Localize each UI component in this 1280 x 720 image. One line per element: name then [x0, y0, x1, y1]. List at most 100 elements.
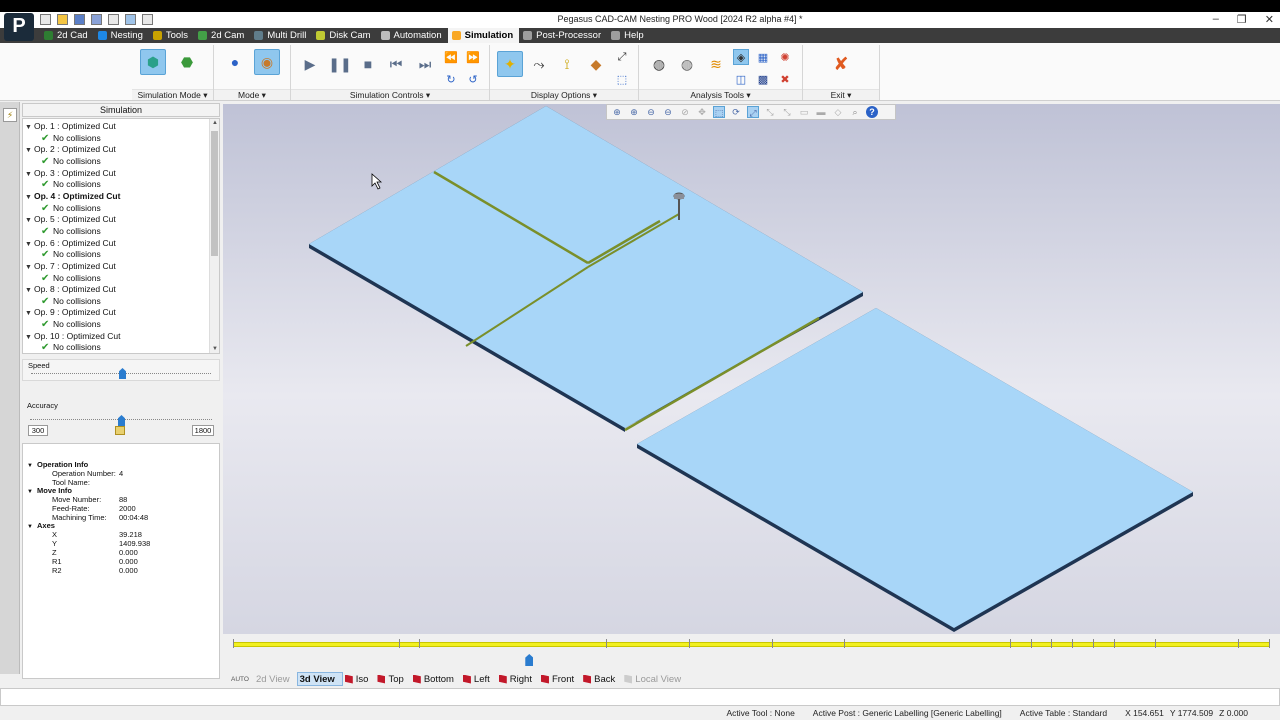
- operation-item[interactable]: ▼ Op. 5 : Optimized Cut: [25, 214, 116, 225]
- checker-a-button[interactable]: ◍: [646, 51, 672, 77]
- expand-icon[interactable]: ▼: [25, 308, 34, 319]
- view-tab-auto[interactable]: AUTO: [229, 672, 254, 686]
- help-icon[interactable]: ?: [866, 106, 878, 118]
- timeline-slider[interactable]: [525, 654, 534, 666]
- app-logo[interactable]: P: [4, 13, 34, 41]
- menu-automation[interactable]: Automation: [377, 28, 448, 43]
- command-line[interactable]: [0, 688, 1280, 706]
- mode-b-button[interactable]: ◉: [254, 49, 280, 75]
- mode-a-button[interactable]: ●: [222, 49, 248, 75]
- expand-icon[interactable]: ▼: [25, 145, 34, 156]
- stop-button[interactable]: ■: [355, 51, 381, 77]
- show-tool-button[interactable]: ✦: [497, 51, 523, 77]
- operation-item[interactable]: ▼ Op. 10 : Optimized Cut: [25, 331, 120, 342]
- show-box-button[interactable]: ⬚: [614, 71, 630, 87]
- menu-disk-cam[interactable]: Disk Cam: [312, 28, 376, 43]
- operation-item[interactable]: ▼ Op. 9 : Optimized Cut: [25, 307, 116, 318]
- expand-icon[interactable]: ▼: [25, 262, 34, 273]
- operation-item[interactable]: ▼ Op. 3 : Optimized Cut: [25, 168, 116, 179]
- expand-icon[interactable]: ▼: [25, 192, 34, 203]
- view-tab-left[interactable]: Left: [461, 672, 497, 686]
- magnifier-icon[interactable]: ⌕: [849, 106, 861, 118]
- view-tab-right[interactable]: Right: [497, 672, 539, 686]
- scroll-down-icon[interactable]: ▼: [211, 346, 219, 353]
- play-button[interactable]: ▶: [297, 51, 323, 77]
- collapse-icon[interactable]: ▼: [27, 523, 37, 532]
- go-end-button[interactable]: ⏭: [412, 51, 438, 77]
- zoom-previous-icon[interactable]: ⊘: [679, 106, 691, 118]
- menu-post-processor[interactable]: Post-Processor: [519, 28, 607, 43]
- analysis-d-button[interactable]: ◫: [733, 71, 749, 87]
- loop-button[interactable]: ↺: [465, 71, 481, 87]
- step-forward-button[interactable]: ⏩: [465, 49, 481, 65]
- simulation-tab-icon[interactable]: ⚡: [3, 108, 17, 122]
- zoom-in-icon[interactable]: ⊕: [628, 106, 640, 118]
- clip-icon[interactable]: ⤡: [781, 106, 793, 118]
- view-tab-iso[interactable]: Iso: [343, 672, 376, 686]
- section-icon[interactable]: ⤡: [764, 106, 776, 118]
- analysis-c-button[interactable]: ✺: [777, 49, 793, 65]
- accuracy-slider[interactable]: [118, 415, 125, 426]
- fit-icon[interactable]: ▭: [798, 106, 810, 118]
- checker-b-button[interactable]: ◍: [674, 51, 700, 77]
- zoom-out-icon[interactable]: ⊖: [645, 106, 657, 118]
- zoom-window-icon[interactable]: ⊖: [662, 106, 674, 118]
- pause-button[interactable]: ❚❚: [327, 51, 353, 77]
- exit-simulation-button[interactable]: ✘: [828, 51, 854, 77]
- operation-item[interactable]: ▼ Op. 8 : Optimized Cut: [25, 284, 116, 295]
- menu-help[interactable]: Help: [607, 28, 650, 43]
- menu-2d-cam[interactable]: 2d Cam: [194, 28, 250, 43]
- group-label[interactable]: Exit ▾: [803, 89, 879, 100]
- group-label[interactable]: Simulation Mode ▾: [132, 89, 213, 100]
- measure-tool-icon[interactable]: ⤢: [747, 106, 759, 118]
- analysis-b-button[interactable]: ▦: [755, 49, 771, 65]
- menu-multi-drill[interactable]: Multi Drill: [250, 28, 312, 43]
- group-label[interactable]: Simulation Controls ▾: [291, 89, 489, 100]
- group-label[interactable]: Mode ▾: [214, 89, 290, 100]
- rewind-button[interactable]: ↻: [443, 71, 459, 87]
- operation-item[interactable]: ▼ Op. 2 : Optimized Cut: [25, 144, 116, 155]
- pan-icon[interactable]: ✥: [696, 106, 708, 118]
- expand-icon[interactable]: ▼: [25, 215, 34, 226]
- menu-nesting[interactable]: Nesting: [94, 28, 149, 43]
- zoom-extents-icon[interactable]: ⊕: [611, 106, 623, 118]
- go-start-button[interactable]: ⏮: [383, 51, 409, 77]
- rotate-icon[interactable]: ⟳: [730, 106, 742, 118]
- view-tab-bottom[interactable]: Bottom: [411, 672, 461, 686]
- view-tab-front[interactable]: Front: [539, 672, 581, 686]
- show-stock-button[interactable]: ◆: [583, 51, 609, 77]
- view-tab-3d-view[interactable]: 3d View: [296, 672, 343, 686]
- solid-simulation-button[interactable]: ⬢: [140, 49, 166, 75]
- analysis-a-button[interactable]: ◈: [733, 49, 749, 65]
- hide-icon[interactable]: ◇: [832, 106, 844, 118]
- restore-button[interactable]: ❐: [1237, 13, 1247, 26]
- wire-simulation-button[interactable]: ⬣: [174, 49, 200, 75]
- expand-icon[interactable]: ▼: [25, 169, 34, 180]
- frame-icon[interactable]: ▬: [815, 106, 827, 118]
- analysis-e-button[interactable]: ▩: [755, 71, 771, 87]
- expand-icon[interactable]: ▼: [25, 332, 34, 343]
- 3d-viewport[interactable]: ⊕ ⊕ ⊖ ⊖ ⊘ ✥ ⬚ ⟳ ⤢ ⤡ ⤡ ▭ ▬ ◇ ⌕ ?: [223, 104, 1280, 634]
- minimize-button[interactable]: –: [1213, 13, 1219, 26]
- operation-item[interactable]: ▼ Op. 7 : Optimized Cut: [25, 261, 116, 272]
- show-drill-button[interactable]: ⟟: [554, 51, 580, 77]
- layers-button[interactable]: ≋: [703, 51, 729, 77]
- speed-slider[interactable]: [119, 368, 126, 379]
- collapse-icon[interactable]: ▼: [27, 462, 37, 471]
- expand-icon[interactable]: ▼: [25, 239, 34, 250]
- tree-scrollbar[interactable]: ▲ ▼: [209, 119, 219, 353]
- expand-icon[interactable]: ▼: [25, 285, 34, 296]
- analysis-f-button[interactable]: ✖: [777, 71, 793, 87]
- step-back-button[interactable]: ⏪: [443, 49, 459, 65]
- scroll-thumb[interactable]: [211, 131, 218, 256]
- menu-tools[interactable]: Tools: [149, 28, 194, 43]
- group-label[interactable]: Display Options ▾: [490, 89, 638, 100]
- close-button[interactable]: ✕: [1265, 13, 1274, 26]
- select-icon[interactable]: ⬚: [713, 106, 725, 118]
- operation-item[interactable]: ▼ Op. 1 : Optimized Cut: [25, 121, 116, 132]
- axes-header[interactable]: ▼ Axes: [27, 521, 55, 532]
- expand-icon[interactable]: ▼: [25, 122, 34, 133]
- view-tab-back[interactable]: Back: [581, 672, 622, 686]
- menu-2d-cad[interactable]: 2d Cad: [40, 28, 94, 43]
- operation-item[interactable]: ▼ Op. 6 : Optimized Cut: [25, 238, 116, 249]
